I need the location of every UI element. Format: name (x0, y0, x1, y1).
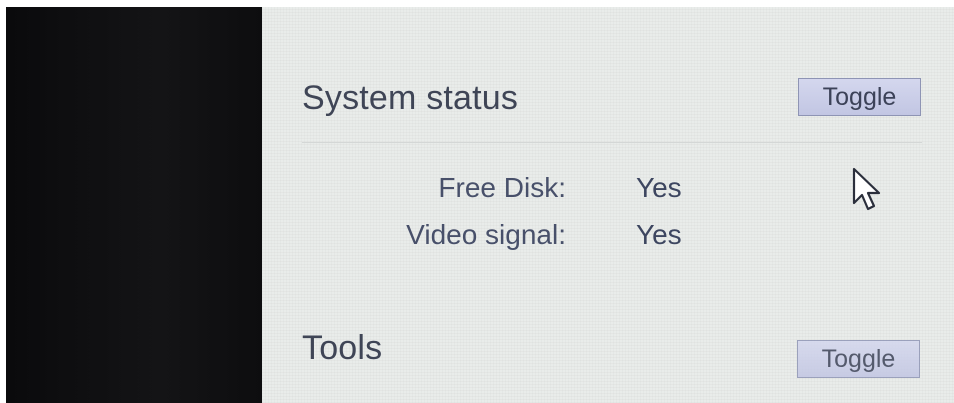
system-status-toggle-button[interactable]: Toggle (798, 78, 921, 116)
photo-frame: System status Toggle Free Disk: Yes Vide… (0, 0, 954, 403)
free-disk-label: Free Disk: (438, 172, 566, 203)
screen: System status Toggle Free Disk: Yes Vide… (262, 7, 954, 403)
status-row-video-signal: Video signal: Yes (262, 219, 954, 253)
tools-title: Tools (302, 329, 383, 367)
system-status-title: System status (302, 79, 519, 117)
video-signal-value: Yes (636, 219, 682, 250)
mouse-pointer-icon (852, 167, 881, 211)
monitor-bezel (6, 7, 262, 403)
free-disk-value: Yes (636, 172, 682, 203)
tools-toggle-button[interactable]: Toggle (797, 340, 920, 378)
section-divider (302, 142, 922, 143)
video-signal-label: Video signal: (406, 219, 566, 250)
